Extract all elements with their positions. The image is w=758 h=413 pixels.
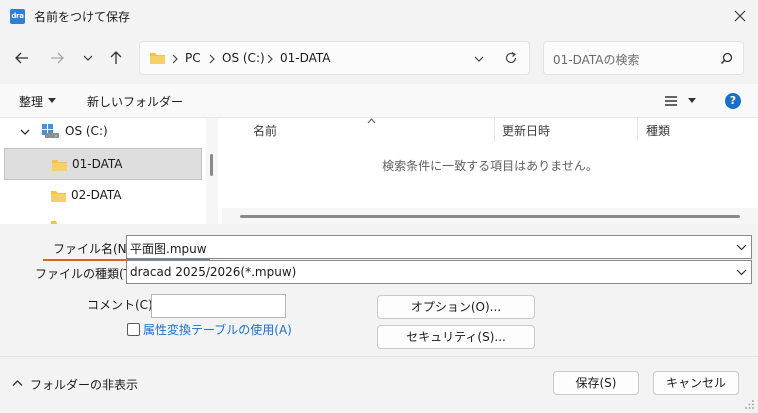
scrollbar-thumb[interactable]: [240, 215, 740, 218]
hide-folders-button[interactable]: フォルダーの非表示: [30, 376, 138, 393]
back-button[interactable]: [12, 48, 32, 68]
filename-label: ファイル名(N):: [53, 242, 136, 256]
chevron-down-icon[interactable]: [473, 53, 485, 65]
filename-input[interactable]: 平面图.mpuw: [126, 235, 752, 259]
sort-ascending-icon: [367, 118, 376, 124]
address-bar[interactable]: PC OS (C:) 01-DATA: [139, 41, 530, 75]
column-header-type[interactable]: 種類: [646, 122, 670, 139]
attribute-table-label[interactable]: 属性変換テーブルの使用(A): [143, 321, 292, 338]
view-options-icon[interactable]: [664, 95, 678, 107]
security-button[interactable]: セキュリティ(S)...: [377, 325, 535, 349]
new-folder-button[interactable]: 新しいフォルダー: [87, 93, 183, 110]
navigation-scrollbar[interactable]: [206, 118, 218, 224]
column-divider[interactable]: [494, 118, 495, 142]
cancel-button[interactable]: キャンセル: [653, 371, 739, 395]
tree-item-02-data[interactable]: 02-DATA: [4, 180, 202, 212]
refresh-icon[interactable]: [504, 51, 518, 65]
tree-item-label: 01-DATA: [72, 157, 123, 171]
options-button[interactable]: オプション(O)...: [377, 295, 535, 319]
column-header-name[interactable]: 名前: [253, 122, 277, 139]
search-placeholder: 01-DATAの検索: [553, 53, 640, 67]
app-icon: dra: [10, 9, 25, 24]
arrow-up-icon: [110, 51, 122, 64]
close-icon: [734, 10, 746, 22]
file-list: 名前 更新日時 種類 検索条件に一致する項目はありません。: [222, 118, 758, 224]
recent-locations-button[interactable]: [78, 48, 98, 68]
save-form: ファイル名(N): 平面图.mpuw ファイルの種類(T): dracad 20…: [0, 224, 758, 356]
breadcrumb-01-data[interactable]: 01-DATA: [280, 51, 331, 65]
chevron-down-icon[interactable]: [20, 127, 30, 137]
chevron-down-icon[interactable]: [736, 269, 747, 276]
command-bar: 整理 新しいフォルダー ?: [0, 84, 758, 118]
window-title: 名前をつけて保存: [34, 10, 131, 24]
attribute-table-checkbox[interactable]: [127, 323, 140, 336]
caret-down-icon[interactable]: [48, 98, 56, 103]
breadcrumb-os-c[interactable]: OS (C:): [222, 51, 265, 65]
save-button[interactable]: 保存(S): [553, 371, 639, 395]
chevron-down-icon[interactable]: [736, 244, 747, 251]
organize-button[interactable]: 整理: [19, 93, 43, 110]
folder-icon: [51, 191, 66, 202]
arrow-left-icon: [15, 52, 28, 64]
navigation-bar: PC OS (C:) 01-DATA 01-DATAの検索: [0, 32, 758, 84]
filetype-label: ファイルの種類(T):: [35, 267, 140, 281]
navigation-pane: OS (C:) 01-DATA 02-DATA: [0, 118, 218, 224]
dialog-footer: フォルダーの非表示 保存(S) キャンセル: [0, 356, 758, 413]
title-bar: dra 名前をつけて保存: [0, 0, 758, 32]
filetype-value: dracad 2025/2026(*.mpuw): [130, 265, 297, 279]
column-divider[interactable]: [637, 118, 638, 142]
chevron-up-icon[interactable]: [12, 379, 23, 387]
column-header-modified[interactable]: 更新日時: [502, 122, 550, 139]
chevron-right-icon: [267, 54, 273, 64]
tree-item-01-data[interactable]: 01-DATA: [4, 148, 202, 180]
close-button[interactable]: [728, 4, 752, 28]
up-button[interactable]: [106, 48, 126, 68]
tree-item-os-c[interactable]: OS (C:): [4, 118, 202, 148]
search-box[interactable]: 01-DATAの検索: [543, 41, 744, 75]
breadcrumb-pc[interactable]: PC: [185, 51, 201, 65]
tree-item-label: 02-DATA: [71, 188, 122, 202]
chevron-right-icon: [172, 54, 178, 64]
chevron-right-icon: [209, 54, 215, 64]
caret-down-icon[interactable]: [688, 98, 696, 103]
filetype-select[interactable]: dracad 2025/2026(*.mpuw): [126, 260, 752, 284]
chevron-down-icon: [83, 55, 93, 61]
search-icon[interactable]: [720, 52, 733, 65]
folder-icon: [52, 160, 67, 171]
help-icon[interactable]: ?: [725, 93, 741, 109]
empty-message: 検索条件に一致する項目はありません。: [382, 159, 598, 173]
forward-button[interactable]: [47, 48, 67, 68]
arrow-right-icon: [51, 52, 64, 64]
drive-icon: [42, 124, 59, 138]
resize-grip-icon[interactable]: [745, 400, 755, 410]
tree-item-label: OS (C:): [65, 124, 108, 138]
filename-value: 平面图.mpuw: [130, 242, 207, 256]
horizontal-scrollbar[interactable]: [222, 208, 758, 224]
scrollbar-thumb[interactable]: [210, 154, 213, 176]
folder-icon: [150, 53, 165, 64]
comment-input[interactable]: [151, 294, 286, 318]
